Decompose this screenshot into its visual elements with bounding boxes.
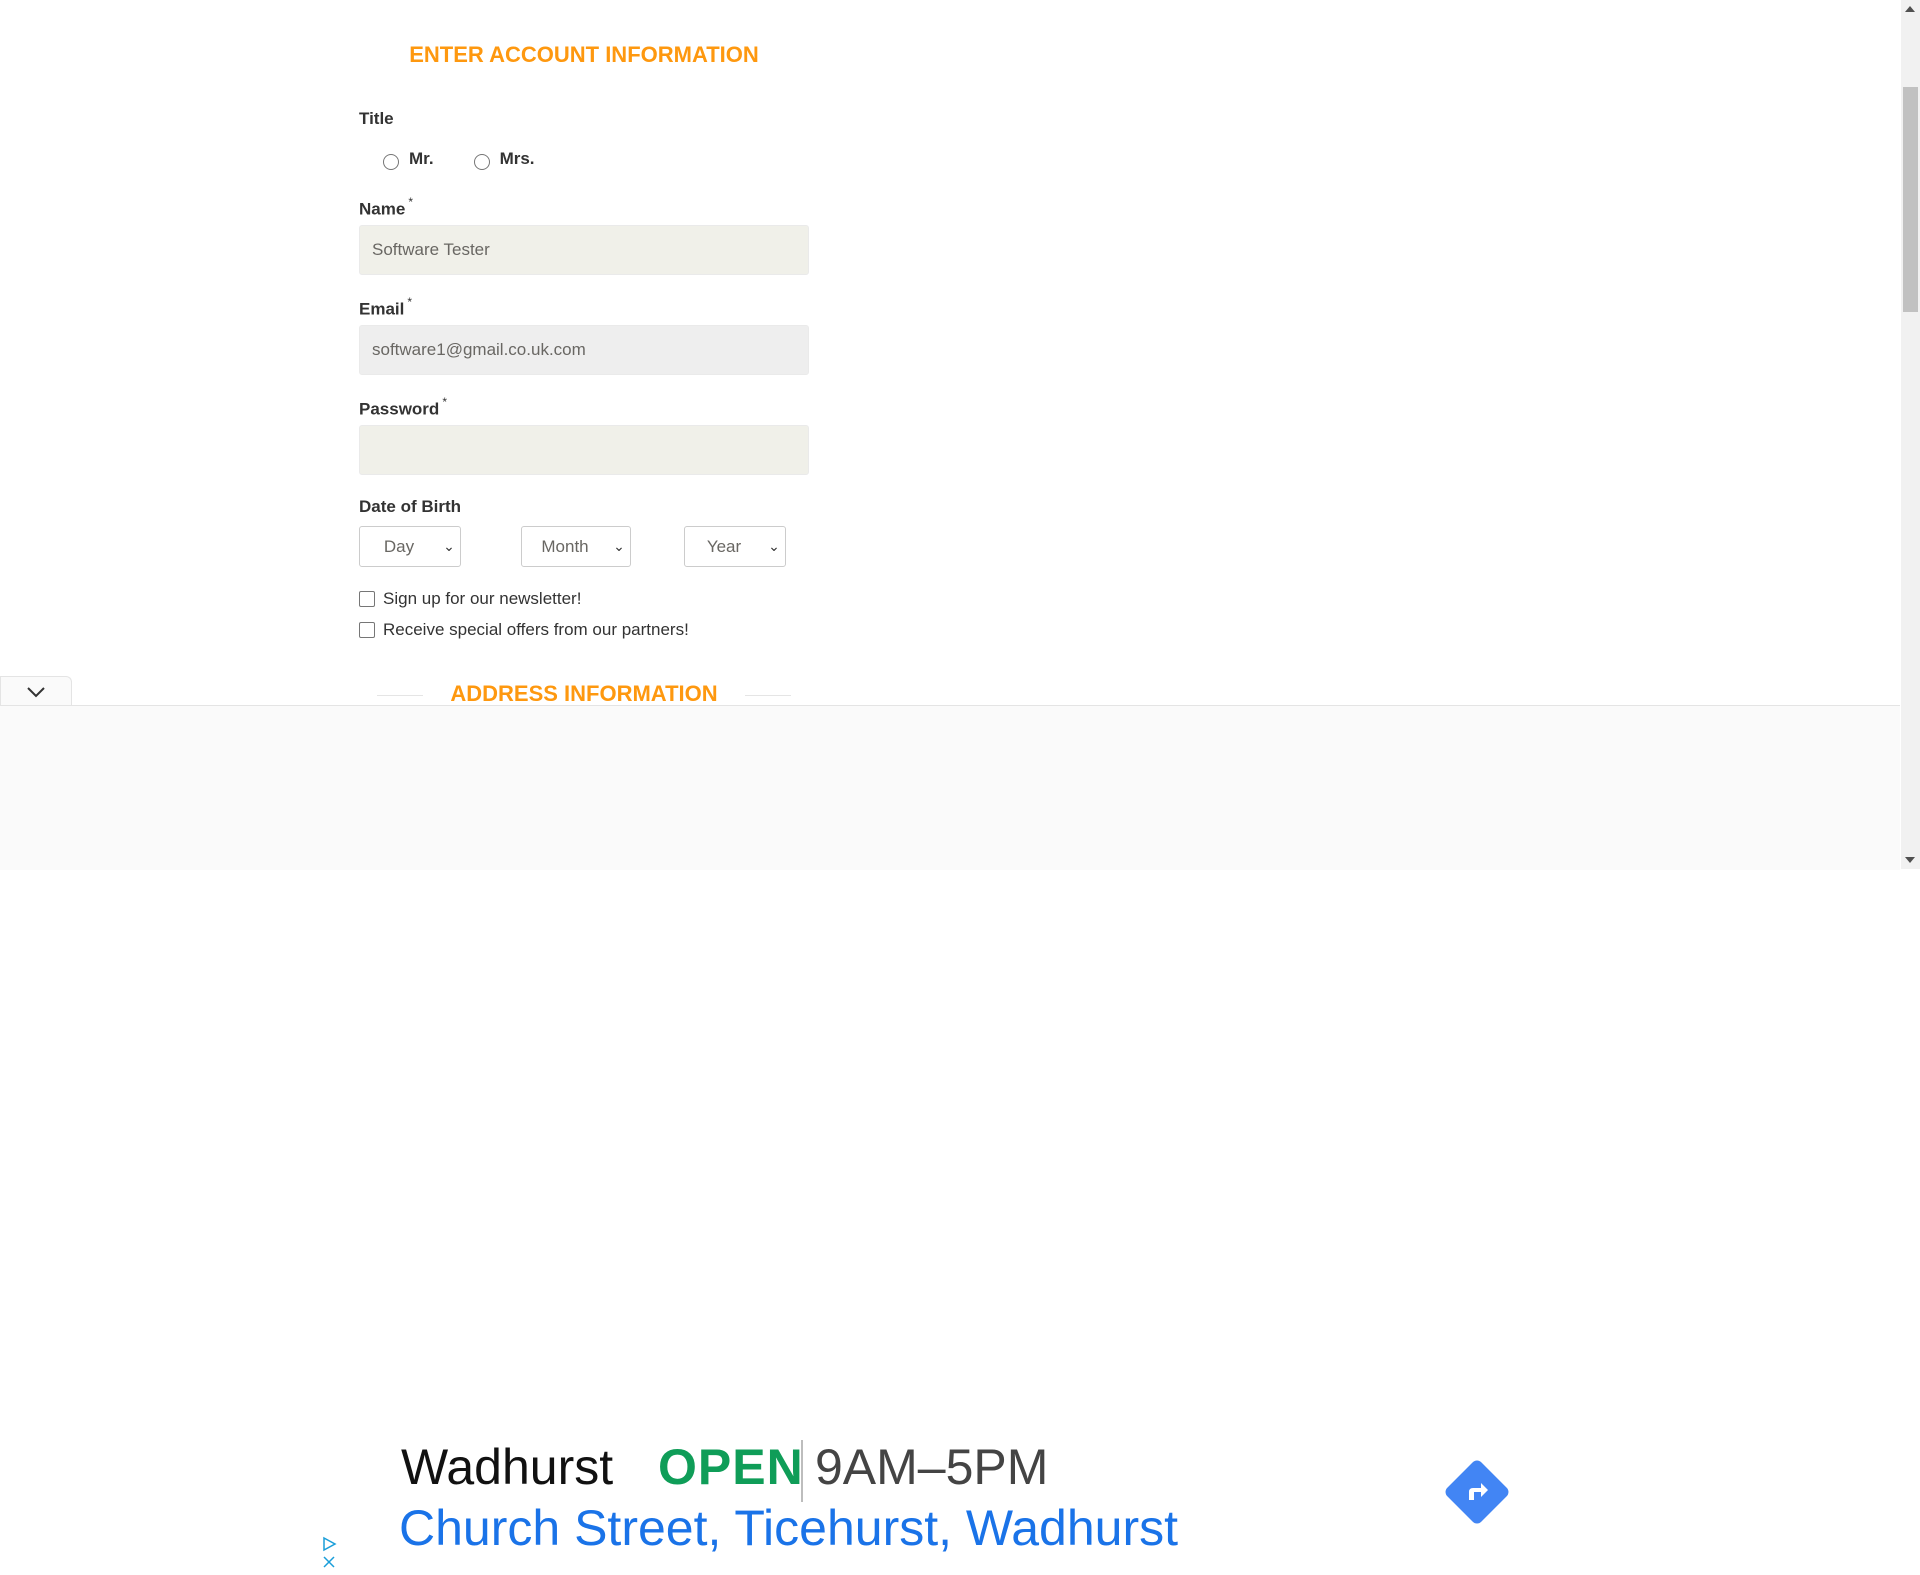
radio-mrs-label: Mrs.: [499, 149, 535, 168]
required-mark: *: [442, 395, 447, 409]
address-info-heading: ADDRESS INFORMATION: [450, 681, 718, 706]
offers-label: Receive special offers from our partners…: [383, 620, 689, 639]
radio-mr-label: Mr.: [409, 149, 434, 168]
newsletter-option[interactable]: Sign up for our newsletter!: [359, 589, 581, 609]
title-radio-group: Mr. Mrs.: [383, 148, 575, 170]
radio-mr[interactable]: Mr.: [383, 148, 434, 170]
ad-business-name: Wadhurst: [401, 1439, 614, 1495]
newsletter-checkbox[interactable]: [359, 591, 375, 607]
newsletter-label: Sign up for our newsletter!: [383, 589, 582, 608]
name-label: Name *: [359, 195, 413, 220]
page-scrollbar[interactable]: [1901, 0, 1920, 869]
radio-mrs[interactable]: Mrs.: [473, 148, 535, 170]
email-label-text: Email: [359, 299, 405, 319]
ad-address-link[interactable]: Church Street, Ticehurst, Wadhurst: [399, 1499, 1178, 1557]
ad-divider: [801, 1440, 803, 1502]
email-input[interactable]: [359, 325, 809, 375]
directions-icon: [1469, 1483, 1488, 1500]
ad-open-status: OPEN: [658, 1439, 804, 1495]
scroll-up-icon[interactable]: [1905, 6, 1915, 12]
dob-month-select[interactable]: Month ⌄: [521, 526, 631, 567]
radio-mrs-button[interactable]: [473, 154, 490, 170]
ad-choices-icon[interactable]: [321, 1536, 337, 1572]
chevron-down-icon: [27, 686, 45, 697]
radio-mr-button[interactable]: [383, 154, 399, 170]
dob-label: Date of Birth: [359, 497, 461, 516]
offers-option[interactable]: Receive special offers from our partners…: [359, 620, 689, 640]
account-info-heading: ENTER ACCOUNT INFORMATION: [409, 42, 759, 67]
dob-year-value: Year: [706, 536, 742, 556]
chevron-down-icon: ⌄: [768, 538, 780, 554]
offers-checkbox[interactable]: [359, 622, 375, 638]
dob-year-select[interactable]: Year ⌄: [684, 526, 786, 567]
title-label: Title: [359, 109, 394, 128]
email-label: Email *: [359, 295, 413, 320]
name-label-text: Name: [359, 199, 406, 219]
scroll-thumb[interactable]: [1903, 87, 1918, 312]
chevron-down-icon: ⌄: [443, 538, 455, 554]
name-input[interactable]: [359, 225, 809, 275]
password-input[interactable]: [359, 425, 809, 475]
required-mark: *: [407, 295, 413, 309]
dob-day-select[interactable]: Day ⌄: [359, 526, 461, 567]
required-mark: *: [408, 195, 413, 209]
chevron-down-icon: ⌄: [613, 538, 625, 554]
password-label-text: Password: [359, 399, 440, 419]
dob-month-value: Month: [541, 536, 589, 556]
ad-hours: 9AM–5PM: [815, 1439, 1049, 1495]
password-label: Password *: [359, 395, 447, 420]
dob-day-value: Day: [383, 536, 415, 556]
ad-collapse-button[interactable]: [0, 676, 72, 706]
anchor-ad-container: Wadhurst OPEN 9AM–5PM Church Street, Tic…: [0, 705, 1900, 1575]
scroll-down-icon[interactable]: [1905, 857, 1915, 863]
ad-banner[interactable]: Wadhurst OPEN 9AM–5PM Church Street, Tic…: [321, 1422, 1578, 1575]
